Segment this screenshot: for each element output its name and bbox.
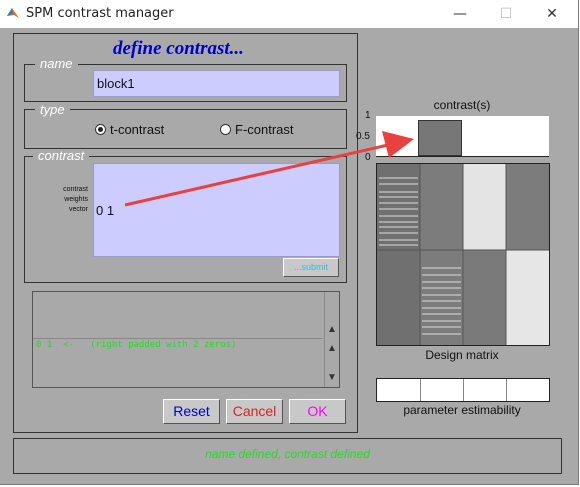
messages-scrollbar[interactable]: ▲ ▲ ▼: [324, 292, 340, 387]
scroll-up-icon[interactable]: ▲: [325, 323, 339, 337]
contrast-plot: [376, 116, 549, 156]
contrast-name-input[interactable]: block1: [93, 70, 340, 97]
contrast-weights-input[interactable]: 0 1: [93, 163, 340, 257]
maximize-button[interactable]: ☐: [486, 3, 526, 25]
reset-button[interactable]: Reset: [163, 399, 220, 424]
design-matrix: [376, 163, 550, 346]
y-tick-0.5: 0.5: [356, 131, 370, 142]
minimize-button[interactable]: —: [440, 3, 480, 25]
estimability-label: parameter estimability: [403, 403, 521, 417]
weights-label-line1: contrast: [63, 186, 88, 193]
t-contrast-label: t-contrast: [110, 122, 165, 137]
estimability-divider: [463, 379, 464, 401]
t-contrast-radio[interactable]: t-contrast: [95, 122, 185, 138]
weights-label-line3: vector: [68, 206, 88, 213]
f-contrast-radio[interactable]: F-contrast: [220, 122, 310, 138]
contrast-plot-title: contrast(s): [433, 98, 491, 112]
estimability-divider: [506, 379, 507, 401]
spm-contrast-manager-window: SPM contrast manager — ☐ ✕ define contra…: [0, 0, 579, 485]
title-bar: SPM contrast manager — ☐ ✕: [0, 0, 578, 28]
message-line: 0 1 <- (right padded with 2 zeros): [36, 340, 237, 350]
status-bar: name defined, contrast defined: [13, 438, 562, 474]
type-group-label: type: [35, 103, 70, 117]
status-message: name defined, contrast defined: [205, 447, 370, 461]
design-matrix-image: [377, 164, 549, 345]
f-contrast-radio-circle[interactable]: [220, 124, 231, 135]
weights-vector-label: contrast weights vector: [40, 185, 88, 215]
contrast-weights-value: 0 1: [96, 203, 115, 218]
matlab-app-icon: [7, 8, 19, 18]
submit-button[interactable]: ...submit: [283, 258, 339, 277]
design-matrix-label: Design matrix: [425, 348, 499, 362]
contrast-bar: [418, 120, 462, 156]
estimability-bar: [376, 378, 550, 402]
y-tick-0: 0: [365, 152, 371, 163]
header-title: define contrast...: [113, 38, 244, 59]
ok-button[interactable]: OK: [289, 399, 346, 424]
f-contrast-label: F-contrast: [235, 122, 294, 137]
cancel-button[interactable]: Cancel: [226, 399, 283, 424]
contrast-plot-baseline: [376, 156, 549, 157]
t-contrast-radio-circle[interactable]: [95, 124, 106, 135]
messages-box: 0 1 <- (right padded with 2 zeros) ▲ ▲ ▼: [32, 291, 340, 388]
scroll-down-icon[interactable]: ▼: [325, 371, 339, 385]
messages-divider: [33, 338, 323, 339]
contrast-group-label: contrast: [33, 149, 90, 163]
contrast-name-value: block1: [97, 76, 135, 91]
name-group-label: name: [35, 57, 78, 71]
close-button[interactable]: ✕: [532, 3, 572, 25]
estimability-divider: [420, 379, 421, 401]
window-title: SPM contrast manager: [26, 6, 174, 21]
scroll-up-icon[interactable]: ▲: [325, 342, 339, 356]
weights-label-line2: weights: [64, 196, 88, 203]
y-tick-1: 1: [365, 110, 371, 121]
